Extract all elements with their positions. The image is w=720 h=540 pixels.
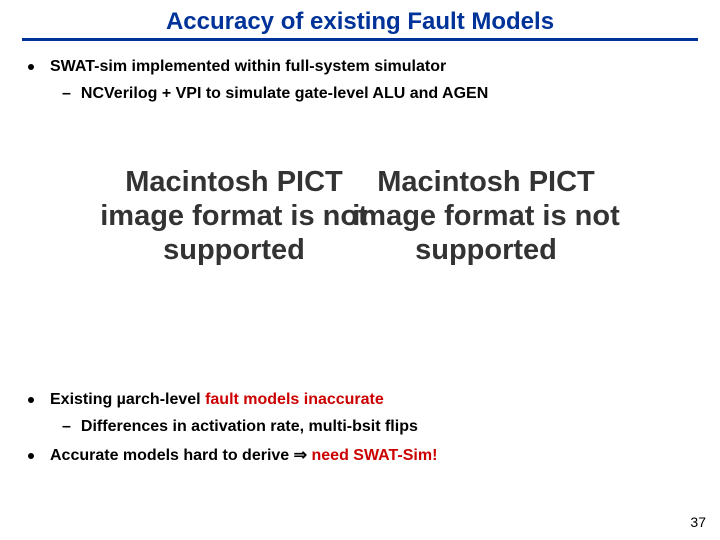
bullet-3: Accurate models hard to derive ⇒ need SW… xyxy=(28,446,692,467)
bullet-2-pre: Existing µarch-level xyxy=(50,391,205,408)
bullet-2a: – Differences in activation rate, multi-… xyxy=(62,417,692,438)
page-number: 37 xyxy=(690,514,706,530)
bullet-1a-text: NCVerilog + VPI to simulate gate-level A… xyxy=(81,84,488,105)
bullet-2a-text: Differences in activation rate, multi-bs… xyxy=(81,417,418,438)
implies-arrow-icon: ⇒ xyxy=(294,447,307,464)
bullet-2-highlight: fault models inaccurate xyxy=(205,391,384,408)
bullet-3-text: Accurate models hard to derive ⇒ need SW… xyxy=(50,446,437,467)
bullet-dot-icon xyxy=(28,453,34,459)
bullet-3-pre: Accurate models hard to derive xyxy=(50,447,294,464)
bullet-1-text: SWAT-sim implemented within full-system … xyxy=(50,57,446,78)
bullet-2: Existing µarch-level fault models inaccu… xyxy=(28,390,692,411)
slide-title: Accuracy of existing Fault Models xyxy=(70,8,650,38)
dash-icon: – xyxy=(62,84,71,105)
pict-placeholder-row: Macintosh PICT image format is not suppo… xyxy=(0,165,720,268)
pict-placeholder-right: Macintosh PICT image format is not suppo… xyxy=(336,165,636,268)
bullet-dot-icon xyxy=(28,64,34,70)
bullet-2-text: Existing µarch-level fault models inaccu… xyxy=(50,390,384,411)
bullet-1: SWAT-sim implemented within full-system … xyxy=(28,57,692,78)
bullet-dot-icon xyxy=(28,397,34,403)
bullet-3-highlight: need SWAT-Sim! xyxy=(307,447,437,464)
dash-icon: – xyxy=(62,417,71,438)
bullet-1a: – NCVerilog + VPI to simulate gate-level… xyxy=(62,84,692,105)
